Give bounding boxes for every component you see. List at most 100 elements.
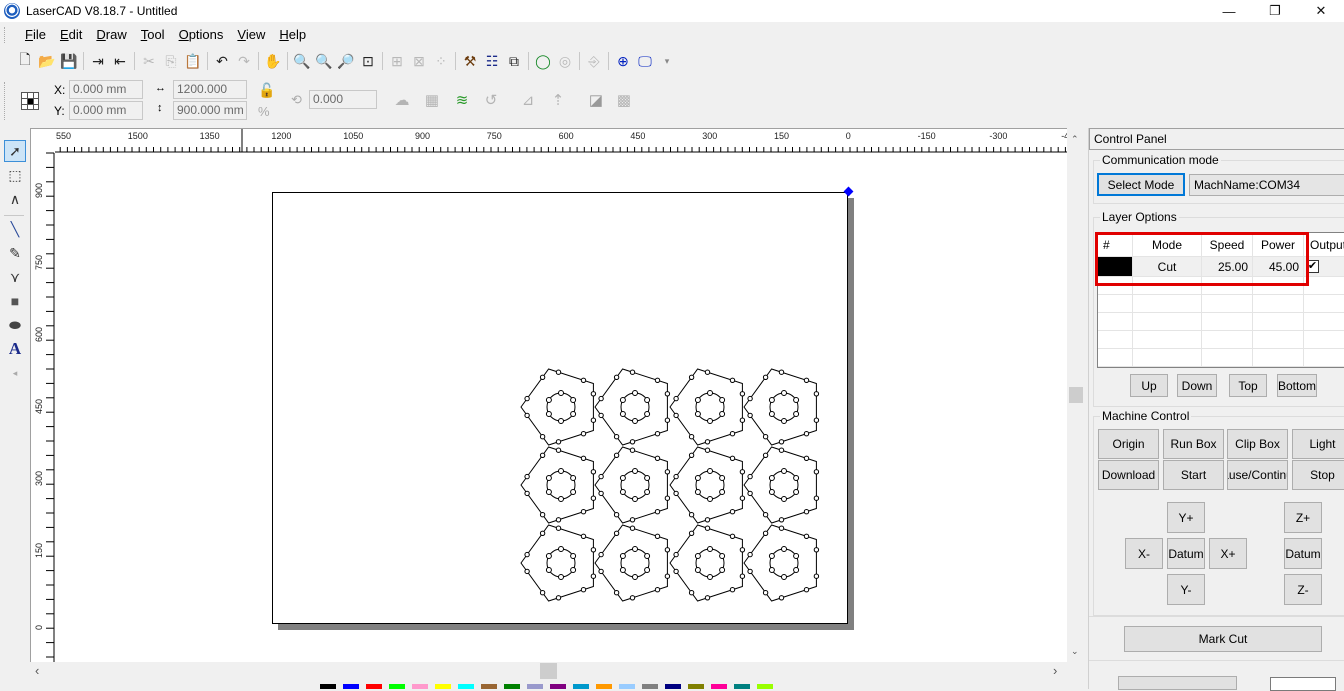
width-field[interactable]: 1200.000 mm (173, 80, 247, 113)
color-swatch[interactable] (481, 684, 497, 689)
color-swatch[interactable] (688, 684, 704, 689)
mirror-horizontal-icon[interactable]: ⊿ (517, 89, 539, 111)
ungroup-icon[interactable]: ⊠ (408, 50, 430, 72)
jog-z-minus-button[interactable]: Z- (1284, 574, 1322, 605)
cloud-icon[interactable]: ☁ (391, 89, 413, 111)
copy-icon[interactable]: ⎘ (160, 50, 182, 72)
export-icon[interactable]: ⇤ (109, 50, 131, 72)
save-icon[interactable]: 💾 (58, 50, 80, 72)
horizontal-scrollbar[interactable]: ‹ › (30, 662, 1071, 680)
horizontal-scroll-thumb[interactable] (540, 663, 557, 679)
color-swatch[interactable] (458, 684, 474, 689)
menu-help[interactable]: Help (272, 24, 313, 46)
minimize-button[interactable]: — (1206, 0, 1252, 22)
close-button[interactable]: ✕ (1298, 0, 1344, 22)
color-swatch[interactable] (757, 684, 773, 689)
color-swatch[interactable] (596, 684, 612, 689)
scroll-left-icon[interactable]: ‹ (35, 663, 39, 678)
download-button[interactable]: Download (1098, 460, 1159, 490)
color-swatch[interactable] (527, 684, 543, 689)
color-swatch[interactable] (389, 684, 405, 689)
target-crosshair-icon[interactable]: ⊕ (612, 50, 634, 72)
layer-top-button[interactable]: Top (1229, 374, 1267, 397)
monitor-wave-icon[interactable]: 🖵 (634, 50, 656, 72)
open-folder-icon[interactable]: 📂 (36, 50, 58, 72)
new-file-icon[interactable]: 🗋 (14, 50, 36, 72)
scroll-down-icon[interactable]: ⌄ (1071, 646, 1079, 657)
toolbar-overflow-icon[interactable]: ▾ (656, 50, 678, 72)
menu-draw[interactable]: Draw (89, 24, 133, 46)
menu-options[interactable]: Options (172, 24, 231, 46)
jog-x-minus-button[interactable]: X- (1125, 538, 1163, 569)
paste-icon[interactable]: 📋 (182, 50, 204, 72)
xy-datum-button[interactable]: Datum (1167, 538, 1205, 569)
vertical-scroll-thumb[interactable] (1069, 387, 1083, 403)
pause-continue-button[interactable]: ause/Continu (1227, 460, 1288, 490)
y-position-field[interactable]: 0.000 mm (69, 101, 143, 120)
color-swatch[interactable] (435, 684, 451, 689)
jog-y-minus-button[interactable]: Y- (1167, 574, 1205, 605)
jog-x-plus-button[interactable]: X+ (1209, 538, 1247, 569)
node-edit-icon[interactable]: ↺ (480, 89, 502, 111)
pan-hand-icon[interactable]: ✋ (262, 50, 284, 72)
drawing-canvas[interactable]: 550 1500 1350 1200 1050 900 750 600 450 300 150 0 -1… (30, 128, 1071, 662)
tools-collapse-icon[interactable]: ◂ (4, 362, 26, 384)
color-swatch[interactable] (366, 684, 382, 689)
layer-list-icon[interactable]: ☷ (481, 50, 503, 72)
restore-button[interactable]: ❐ (1252, 0, 1298, 22)
rectangle-tool-icon[interactable]: ■ (4, 290, 26, 312)
run-box-button[interactable]: Run Box (1163, 429, 1224, 459)
mirror-vertical-icon[interactable]: ⇡ (547, 89, 569, 111)
path-circle-icon[interactable]: ◯ (532, 50, 554, 72)
laser-dial-icon[interactable]: ◎ (554, 50, 576, 72)
menu-view[interactable]: View (230, 24, 272, 46)
zoom-all-icon[interactable]: ⊡ (357, 50, 379, 72)
group-icon[interactable]: ⊞ (386, 50, 408, 72)
percent-toggle[interactable]: % (258, 104, 270, 119)
stop-button[interactable]: Stop (1292, 460, 1344, 490)
layer-up-button[interactable]: Up (1130, 374, 1168, 397)
color-swatch[interactable] (343, 684, 359, 689)
hammer-icon[interactable]: ⚒ (459, 50, 481, 72)
array-icon[interactable]: ▦ (421, 89, 443, 111)
color-swatch[interactable] (734, 684, 750, 689)
polyline-tool-icon[interactable]: ⋎ (4, 266, 26, 288)
zoom-window-icon[interactable]: 🔎 (335, 50, 357, 72)
color-swatch[interactable] (619, 684, 635, 689)
undo-icon[interactable]: ↶ (211, 50, 233, 72)
select-pointer-icon[interactable]: ➚ (4, 140, 26, 162)
color-swatch[interactable] (550, 684, 566, 689)
redo-icon[interactable]: ↷ (233, 50, 255, 72)
menu-file[interactable]: File (18, 24, 53, 46)
layers-icon[interactable]: ≋ (451, 89, 473, 111)
zoom-out-icon[interactable]: 🔍 (313, 50, 335, 72)
pen-tool-icon[interactable]: ✎ (4, 242, 26, 264)
light-button[interactable]: Light (1292, 429, 1344, 459)
select-box-icon[interactable]: ⬚ (4, 164, 26, 186)
menu-edit[interactable]: Edit (53, 24, 89, 46)
import-icon[interactable]: ⇥ (87, 50, 109, 72)
color-swatch[interactable] (320, 684, 336, 689)
layer-down-button[interactable]: Down (1177, 374, 1217, 397)
height-field[interactable]: 900.000 mm (173, 101, 247, 120)
rotate-angle-field[interactable]: 0.000 (309, 90, 377, 109)
cut-icon[interactable]: ✂ (138, 50, 160, 72)
mark-cut-button[interactable]: Mark Cut (1124, 626, 1322, 652)
menu-tool[interactable]: Tool (134, 24, 172, 46)
layer-bottom-button[interactable]: Bottom (1277, 374, 1317, 397)
read-current-position-button[interactable] (1118, 676, 1237, 690)
machine-select[interactable]: MachName:COM34 ⌄ (1189, 174, 1344, 196)
color-swatch[interactable] (504, 684, 520, 689)
zoom-in-icon[interactable]: 🔍 (291, 50, 313, 72)
vertical-scrollbar[interactable]: ⌃ ⌄ (1067, 128, 1085, 662)
x-position-field[interactable]: 0.000 mm (69, 80, 143, 99)
fill-pattern-icon[interactable]: ▩ (613, 89, 635, 111)
alignment-grid-icon[interactable] (21, 92, 39, 110)
download-monitor-icon[interactable]: ⎆ (583, 50, 605, 72)
scroll-up-icon[interactable]: ⌃ (1071, 134, 1079, 145)
color-swatch[interactable] (711, 684, 727, 689)
jog-y-plus-button[interactable]: Y+ (1167, 502, 1205, 533)
align-icon[interactable]: ◪ (585, 89, 607, 111)
jog-z-plus-button[interactable]: Z+ (1284, 502, 1322, 533)
color-swatch[interactable] (665, 684, 681, 689)
